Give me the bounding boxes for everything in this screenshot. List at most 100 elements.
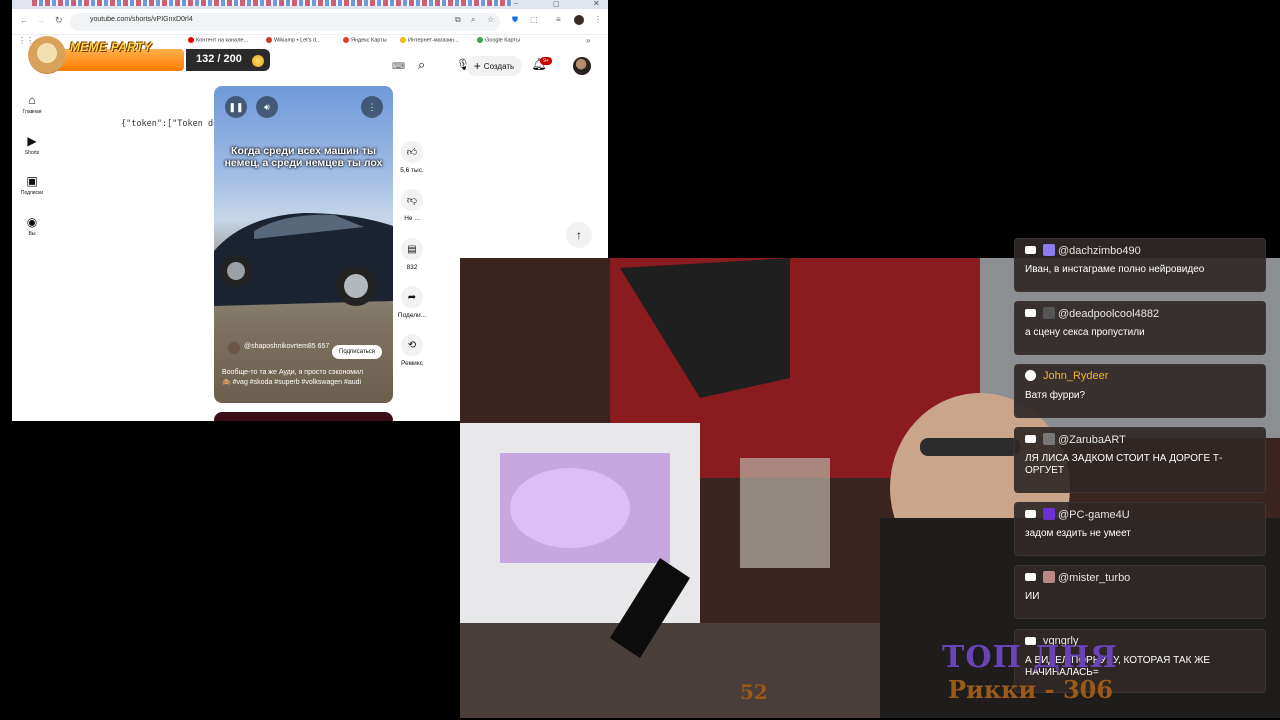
chat-username: @dachzimbo490 [1043, 244, 1141, 257]
notification-badge: 9+ [540, 57, 552, 65]
next-short-preview[interactable] [214, 412, 393, 421]
top-day-title: ТОП ДНЯ [942, 640, 1118, 675]
search-icon[interactable]: ⌕ [418, 57, 425, 73]
chat-text: ИИ [1025, 591, 1040, 602]
chat-username: @mister_turbo [1043, 571, 1130, 584]
volume-icon: 🔊︎ [264, 101, 270, 112]
keyboard-icon[interactable]: ⌨ [392, 61, 405, 72]
bookmark-item[interactable]: Контент на канале... [188, 37, 248, 43]
star-icon[interactable]: ☆ [487, 15, 494, 24]
comment-icon: ▤ [401, 238, 423, 260]
youtube-icon [188, 37, 194, 43]
dislike-button[interactable]: 👎︎ Не ... [396, 189, 428, 222]
chat-message: John_Rydeer Ватя фурри? [1014, 364, 1266, 418]
dislike-icon: 👎︎ [401, 189, 423, 211]
chat-text: а сцену секса пропустили [1025, 327, 1145, 338]
tab-strip[interactable] [32, 0, 512, 6]
subscribe-button[interactable]: Подписаться [332, 345, 382, 359]
youtube-badge-icon [1025, 510, 1036, 518]
subscriptions-icon: ▣ [26, 174, 38, 188]
chat-text: Иван, в инстаграме полно нейровидео [1025, 264, 1205, 275]
volume-button[interactable]: 🔊︎ [256, 96, 278, 118]
site-icon [266, 37, 272, 43]
car-image [214, 213, 393, 306]
home-icon: ⌂ [28, 93, 36, 107]
description-text: Вообще-то та же Ауди, я просто сэкономил [222, 369, 364, 376]
more-icon[interactable]: ⋮ [594, 15, 602, 24]
zoom-icon[interactable]: ⌕ [471, 15, 475, 25]
close-window-icon[interactable]: ✕ [593, 0, 600, 8]
chat-text: ЛЯ ЛИСА ЗАДКОМ СТОИТ НА ДОРОГЕ Т-ОРГУЕТ [1025, 453, 1223, 476]
short-video-player[interactable]: Когда среди всех машин ты немец, а среди… [214, 86, 393, 403]
doge-icon [28, 36, 66, 74]
overlay-number: 52 [740, 680, 768, 704]
channel-avatar[interactable] [228, 342, 240, 354]
coin-icon [252, 55, 264, 67]
chat-text: Ватя фурри? [1025, 390, 1086, 401]
more-vert-icon: ⋮ [367, 101, 377, 112]
nav-you[interactable]: ◉ Вы [16, 215, 48, 237]
chat-message: @mister_turbo ИИ [1014, 565, 1266, 619]
extension-shield-icon[interactable]: ⛊ [512, 15, 518, 25]
chat-username: @PC-game4U [1043, 508, 1130, 521]
url-text: youtube.com/shorts/vPIGnxD0rl4 [90, 16, 193, 23]
short-more-button[interactable]: ⋮ [361, 96, 383, 118]
plus-icon: + [473, 59, 481, 73]
pause-icon: ❚❚ [228, 101, 244, 112]
chat-message: @ZarubaART ЛЯ ЛИСА ЗАДКОМ СТОИТ НА ДОРОГ… [1014, 427, 1266, 493]
account-avatar[interactable] [573, 57, 591, 75]
user-avatar [1043, 433, 1055, 445]
top-day-leader: Рикки - 306 [948, 675, 1114, 704]
bookmark-item[interactable]: Google Карты [477, 37, 520, 43]
share-button[interactable]: ➦ Подели... [396, 286, 428, 319]
comments-button[interactable]: ▤ 832 [396, 238, 428, 271]
nav-subscriptions[interactable]: ▣ Подписки [16, 174, 48, 196]
profile-avatar[interactable] [574, 15, 584, 25]
menu-icon[interactable]: ≡ [556, 15, 561, 24]
create-button[interactable]: + Создать [466, 56, 522, 76]
yandex-maps-icon [343, 37, 349, 43]
chat-text: задом ездить не умеет [1025, 528, 1131, 539]
meme-party-title: MEME PARTY [70, 40, 152, 54]
back-icon[interactable]: ← [20, 16, 28, 25]
google-maps-icon [477, 37, 483, 43]
maximize-icon[interactable]: ▢ [553, 0, 560, 8]
youtube-badge-icon [1025, 435, 1036, 443]
bookmarks-overflow-icon[interactable]: » [586, 36, 590, 45]
like-button[interactable]: 👍︎ 5,6 тыс. [396, 141, 428, 174]
short-caption: Когда среди всех машин ты немец, а среди… [224, 145, 383, 169]
remix-icon: ⟲ [401, 334, 423, 356]
chat-username: @ZarubaART [1043, 433, 1126, 446]
shorts-icon: ▶ [27, 134, 37, 148]
nav-shorts[interactable]: ▶ Shorts [16, 134, 48, 156]
youtube-badge-icon [1025, 573, 1036, 581]
user-avatar [1043, 244, 1055, 256]
chat-username: John_Rydeer [1043, 370, 1109, 382]
bookmark-item[interactable]: Интернет-магазин... [400, 37, 459, 43]
pause-button[interactable]: ❚❚ [225, 96, 247, 118]
arrow-up-icon: ↑ [576, 228, 582, 242]
share-icon: ➦ [401, 286, 423, 308]
hashtags[interactable]: 🙈 #vag #skoda #superb #volkswagen #audi [222, 378, 390, 388]
install-icon[interactable]: ⧉ [455, 15, 461, 25]
user-avatar [1043, 508, 1055, 520]
minimize-icon[interactable]: – [514, 0, 518, 7]
chat-username: @deadpoolcool4882 [1043, 307, 1159, 320]
store-icon [400, 37, 406, 43]
remix-button[interactable]: ⟲ Ремикс [396, 334, 428, 367]
reload-icon[interactable]: ↻ [55, 15, 63, 26]
forward-icon[interactable]: → [37, 16, 45, 25]
extensions-icon[interactable]: ⬚ [530, 15, 538, 24]
chat-message: @deadpoolcool4882 а сцену секса пропусти… [1014, 301, 1266, 355]
like-icon: 👍︎ [401, 141, 423, 163]
nav-home[interactable]: ⌂ Главная [16, 93, 48, 115]
bookmark-item[interactable]: Wikiamp • Let's d... [266, 37, 321, 43]
chat-message: @PC-game4U задом ездить не умеет [1014, 502, 1266, 556]
channel-name[interactable]: @shaposhnikovrtem85 657 [244, 342, 334, 351]
chat-message: @dachzimbo490 Иван, в инстаграме полно н… [1014, 238, 1266, 292]
youtube-badge-icon [1025, 309, 1036, 317]
user-avatar [1043, 571, 1055, 583]
previous-short-button[interactable]: ↑ [566, 222, 592, 248]
meme-party-count: 132 / 200 [196, 53, 242, 65]
bookmark-item[interactable]: Яндекс Карты [343, 37, 387, 43]
